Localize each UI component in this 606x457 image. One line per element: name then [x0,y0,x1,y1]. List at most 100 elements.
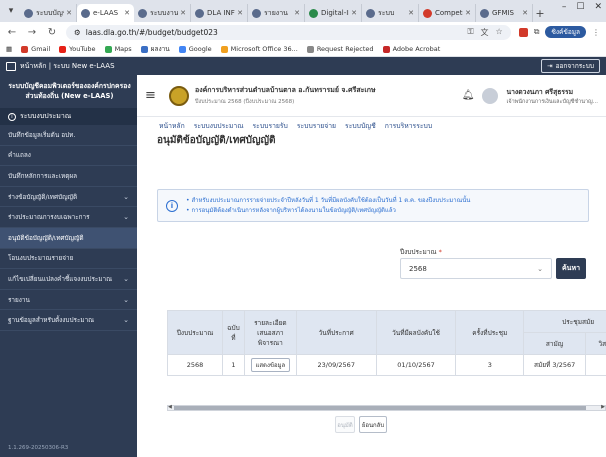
browser-tab[interactable]: รายงาน ✕ [248,4,305,22]
org-info: องค์การบริหารส่วนตำบลบ้านตาล อ.กันทรารมย… [195,85,376,106]
bookmark-item[interactable]: YouTube [59,45,96,53]
sidebar-item[interactable]: ร่างประมาณการงบเฉพาะการ ⌄ [0,207,137,228]
sidebar-menu: บันทึกข้อมูลเริ่มต้น อปท. คำแถลง บันทึกหลั… [0,125,137,331]
minimize-icon[interactable]: – [562,2,567,12]
scroll-right-icon[interactable]: ▶ [601,404,605,410]
sidebar-item[interactable]: บันทึกหลักการและเหตุผล [0,166,137,187]
menu-revenue[interactable]: ระบบรายรับ [253,120,288,131]
header-right: 🔔︎ นางดวงนภา ศรีสุธรรม เจ้าพนักงานการเงิ… [462,86,598,106]
sidebar-section-budget[interactable]: i ระบบงบประมาณ [0,108,137,125]
col-subheader: วิสามัญ [585,332,606,355]
scrollbar-thumb[interactable] [174,406,586,410]
favicon-icon [195,8,204,18]
back-button[interactable]: ย้อนกลับ [359,416,387,433]
bookmark-item[interactable]: Adobe Acrobat [382,45,440,53]
site-info-icon[interactable]: ⚙ [74,28,81,37]
sidebar-item[interactable]: บันทึกข้อมูลเริ่มต้น อปท. [0,125,137,146]
bookmark-item[interactable]: Gmail [21,45,50,53]
close-tab-icon[interactable]: ✕ [237,9,243,17]
avatar[interactable] [482,87,499,104]
sidebar-item[interactable]: โอนงบประมาณรายจ่าย [0,249,137,270]
close-tab-icon[interactable]: ✕ [66,9,72,17]
key-icon[interactable]: ⚿ [467,27,473,38]
menu-budget[interactable]: ระบบงบประมาณ [194,120,244,131]
youtube-icon [59,45,67,53]
menu-expense[interactable]: ระบบรายจ่าย [297,120,336,131]
browser-tab[interactable]: ระบบ ✕ [362,4,419,22]
back-icon[interactable]: ← [6,27,18,38]
approve-button[interactable]: อนุมัติ [335,416,355,433]
col-header: ครั้งที่ประชุม [455,310,525,355]
sidebar-item[interactable]: รายงาน ⌄ [0,290,137,311]
sidebar-item-label: ฐานข้อมูลสำหรับตั้งงบประมาณ [8,316,95,325]
sidebar-item[interactable]: อนุมัติข้อบัญญัติ/เทศบัญญัติ [0,227,137,249]
logout-button[interactable]: ⇥ ออกจากระบบ [541,59,600,73]
acrobat-icon [382,45,390,53]
close-tab-icon[interactable]: ✕ [465,9,471,17]
menu-home[interactable]: หน้าหลัก [159,120,185,131]
browser-tab[interactable]: Competency✕ [419,4,476,22]
approval-table-scroll[interactable]: ปีงบประมาณ ฉบับที่ รายละเอียดเสนอสภาพิจา… [167,310,606,405]
chevron-down-icon: ⌄ [537,264,543,273]
favicon-icon [366,8,375,18]
bookmark-item[interactable]: Request Rejected [306,45,374,53]
menu-accounting[interactable]: ระบบบัญชี [345,120,376,131]
browser-tab[interactable]: GFMIS ✕ [476,4,533,22]
browser-tab[interactable]: ระบบบัญชี✕ [20,4,77,22]
fiscal-year-select[interactable]: 2568 ⌄ [400,258,552,279]
info-icon: i [8,112,16,121]
hamburger-menu-icon[interactable]: ≡ [145,88,161,103]
scroll-left-icon[interactable]: ◀ [168,404,172,410]
forward-icon[interactable]: → [26,27,38,38]
url-field[interactable]: ⚙ laas.dla.go.th/#/budget/budget023 ⚿ 文 … [66,24,511,40]
extension-icon[interactable] [518,27,528,37]
browser-menu-icon[interactable]: ⋮ [592,28,600,37]
user-role: เจ้าพนักงานการเงินและบัญชีชำนาญ... [506,98,598,105]
close-tab-icon[interactable]: ✕ [351,9,357,17]
sidebar-item[interactable]: แก้ไขเปลี่ยนแปลงคำชี้แจงงบประมาณ ⌄ [0,269,137,290]
sidebar-item[interactable]: คำแถลง [0,146,137,167]
detail-button[interactable]: แสดงข้อมูล [250,358,291,372]
favicon-icon [81,8,90,18]
browser-tab[interactable]: ระบบงาน ✕ [134,4,191,22]
browser-tab-active[interactable]: e-LAAS ✕ [77,4,134,22]
maximize-icon[interactable]: ☐ [576,2,584,12]
horizontal-scrollbar[interactable]: ◀ ▶ [167,404,606,411]
sidebar-item[interactable]: ร่างข้อบัญญัติ/เทศบัญญัติ ⌄ [0,187,137,208]
menu-admin[interactable]: การบริหารระบบ [385,120,432,131]
col-header: ฉบับที่ [221,310,245,355]
globe-icon [306,45,314,53]
sidebar-item[interactable]: ฐานข้อมูลสำหรับตั้งงบประมาณ ⌄ [0,310,137,331]
home-link[interactable]: หน้าหลัก | ระบบ New e-LAAS [6,61,115,72]
cell-regular-session: สมัยที่ 3/2567 [523,354,587,376]
home-icon [6,61,16,71]
browser-tab[interactable]: Digital-ID✕ [305,4,362,22]
close-tab-icon[interactable]: ✕ [522,9,528,17]
close-tab-icon[interactable]: ✕ [408,9,414,17]
user-info[interactable]: นางดวงนภา ศรีสุธรรม เจ้าพนักงานการเงินแล… [506,86,598,106]
bookmark-item[interactable]: ผลงาน [140,44,170,54]
bookmark-item[interactable]: Google [178,45,212,53]
close-tab-icon[interactable]: ✕ [124,9,130,17]
new-tab-button[interactable]: + [533,4,547,22]
bookmark-item[interactable]: Maps [104,45,132,53]
browser-tab[interactable]: DLA INFO✕ [191,4,248,22]
info-circle-icon: i [166,199,178,212]
profile-button[interactable]: ซิงค์ข้อมูล [545,26,586,38]
cell-detail: แสดงข้อมูล [243,354,297,376]
search-button[interactable]: ค้นหา [556,258,586,279]
apps-icon[interactable]: ▦ [6,45,12,53]
window-controls: – ☐ ✕ [562,2,602,12]
translate-icon[interactable]: 文 [481,27,489,38]
tab-search-icon[interactable]: ▾ [4,3,18,19]
extensions-puzzle-icon[interactable]: ⧉ [534,27,540,37]
close-tab-icon[interactable]: ✕ [180,9,186,17]
close-window-icon[interactable]: ✕ [594,2,602,12]
col-header: วันที่มีผลบังคับใช้ [375,310,457,355]
bookmark-star-icon[interactable]: ☆ [496,27,503,38]
close-tab-icon[interactable]: ✕ [294,9,300,17]
google-icon [178,45,186,53]
bell-icon[interactable]: 🔔︎ [462,90,475,101]
reload-icon[interactable]: ↻ [46,27,58,38]
bookmark-item[interactable]: Microsoft Office 36... [220,45,298,53]
